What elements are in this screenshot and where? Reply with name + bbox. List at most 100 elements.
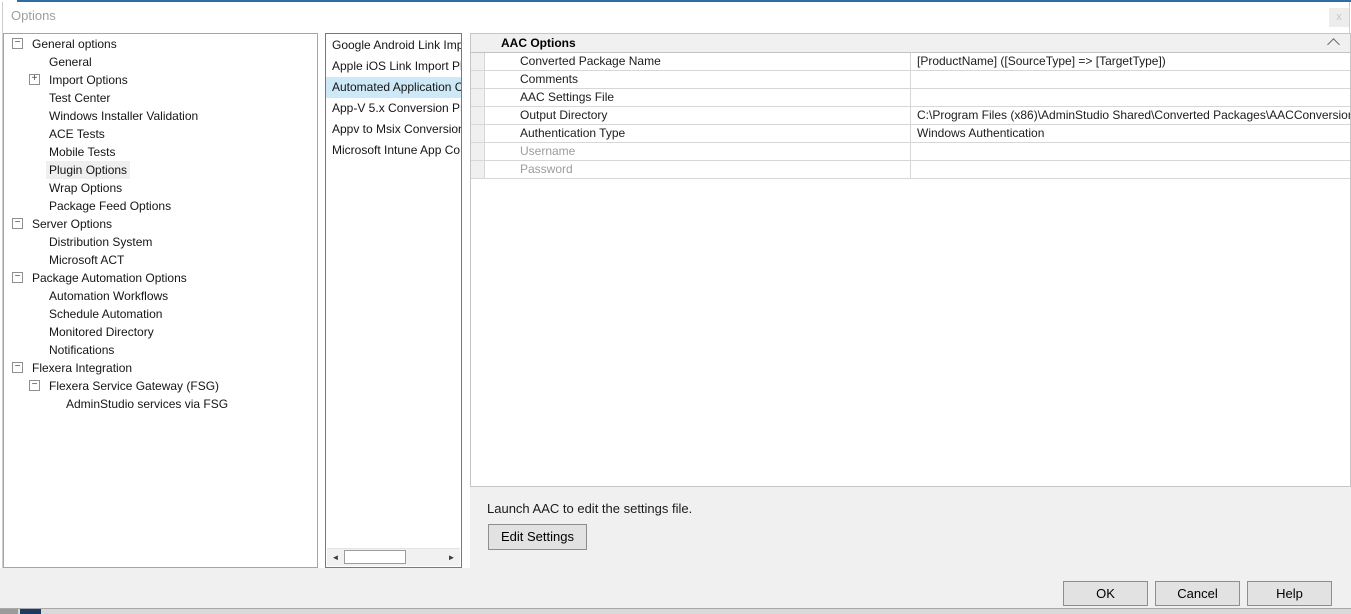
plugin-list-item[interactable]: Microsoft Intune App Co xyxy=(326,140,461,161)
tree-item[interactable]: ACE Tests xyxy=(4,125,317,143)
tree-item-label: Distribution System xyxy=(46,233,155,251)
tree-item-label: Schedule Automation xyxy=(46,305,165,323)
tree-item-label: Package Automation Options xyxy=(29,269,190,287)
property-label: Comments xyxy=(485,71,911,88)
tree-item[interactable]: −General options xyxy=(4,35,317,53)
property-row-gutter xyxy=(471,161,485,178)
minus-expander-icon[interactable]: − xyxy=(12,272,23,283)
tree-item[interactable]: −Flexera Integration xyxy=(4,359,317,377)
tree-item[interactable]: Monitored Directory xyxy=(4,323,317,341)
property-row[interactable]: Password xyxy=(471,161,1350,179)
tree-item[interactable]: + Import Options xyxy=(4,71,317,89)
plugin-list-item[interactable]: Appv to Msix Conversion xyxy=(326,119,461,140)
property-label: Password xyxy=(485,161,911,178)
minus-expander-icon[interactable]: − xyxy=(29,380,40,391)
property-value[interactable]: Windows Authentication xyxy=(911,125,1350,142)
window-top-accent xyxy=(17,0,1351,2)
options-tree: −General optionsGeneral+Import OptionsTe… xyxy=(3,33,318,568)
tree-item[interactable]: AdminStudio services via FSG xyxy=(4,395,317,413)
property-value[interactable] xyxy=(911,71,1350,88)
launch-aac-note: Launch AAC to edit the settings file. xyxy=(487,501,692,516)
property-value[interactable]: [ProductName] ([SourceType] => [TargetTy… xyxy=(911,53,1350,70)
ok-button[interactable]: OK xyxy=(1063,581,1148,606)
tree-item[interactable]: Windows Installer Validation xyxy=(4,107,317,125)
plugins-list: Google Android Link ImpApple iOS Link Im… xyxy=(326,35,461,161)
property-value[interactable] xyxy=(911,161,1350,178)
tree-item[interactable]: Mobile Tests xyxy=(4,143,317,161)
property-value[interactable] xyxy=(911,89,1350,106)
plugin-list-item[interactable]: Apple iOS Link Import Plu xyxy=(326,56,461,77)
cancel-button[interactable]: Cancel xyxy=(1155,581,1240,606)
tree-item-label: Import Options xyxy=(46,71,131,89)
aac-options-header-label: AAC Options xyxy=(501,36,576,50)
tree-item[interactable]: Notifications xyxy=(4,341,317,359)
desktop-strip-navy-block xyxy=(20,609,41,614)
minus-expander-icon[interactable]: − xyxy=(12,218,23,229)
property-row[interactable]: Output DirectoryC:\Program Files (x86)\A… xyxy=(471,107,1350,125)
tree-item-label: ACE Tests xyxy=(46,125,108,143)
dialog-footer-strip xyxy=(0,568,1351,608)
tree-item-label: Server Options xyxy=(29,215,115,233)
scroll-right-arrow-icon[interactable]: ► xyxy=(443,549,460,566)
property-value[interactable] xyxy=(911,143,1350,160)
help-button[interactable]: Help xyxy=(1247,581,1332,606)
tree-item-label: General options xyxy=(29,35,120,53)
property-row-gutter xyxy=(471,53,485,70)
property-row-gutter xyxy=(471,89,485,106)
tree-item-label: Automation Workflows xyxy=(46,287,171,305)
horizontal-scrollbar[interactable]: ◄ ► xyxy=(327,548,460,566)
tree-item[interactable]: −Flexera Service Gateway (FSG) xyxy=(4,377,317,395)
tree-item-label: Flexera Service Gateway (FSG) xyxy=(46,377,222,395)
tree-item[interactable]: Automation Workflows xyxy=(4,287,317,305)
edit-settings-button[interactable]: Edit Settings xyxy=(488,524,587,550)
tree-item-label: Windows Installer Validation xyxy=(46,107,201,125)
tree-item[interactable]: Wrap Options xyxy=(4,179,317,197)
minus-expander-icon[interactable]: − xyxy=(12,38,23,49)
collapse-chevron-icon[interactable] xyxy=(1327,38,1340,51)
desktop-strip xyxy=(0,609,1351,614)
plugin-list-item[interactable]: App-V 5.x Conversion Plu xyxy=(326,98,461,119)
tree-item[interactable]: Microsoft ACT xyxy=(4,251,317,269)
scroll-left-arrow-icon[interactable]: ◄ xyxy=(327,549,344,566)
scrollbar-thumb[interactable] xyxy=(344,550,406,564)
aac-options-header[interactable]: AAC Options xyxy=(471,34,1350,53)
plugin-list-item[interactable]: Automated Application C xyxy=(326,77,461,98)
close-icon[interactable]: x xyxy=(1329,8,1349,27)
desktop-strip-gray-block xyxy=(0,609,18,614)
tree-item[interactable]: Schedule Automation xyxy=(4,305,317,323)
tree-item[interactable]: −Package Automation Options xyxy=(4,269,317,287)
property-row[interactable]: AAC Settings File xyxy=(471,89,1350,107)
property-row-gutter xyxy=(471,143,485,160)
plugin-list-item[interactable]: Google Android Link Imp xyxy=(326,35,461,56)
tree-item[interactable]: Test Center xyxy=(4,89,317,107)
aac-grid-rows: Converted Package Name[ProductName] ([So… xyxy=(471,53,1350,179)
tree-item[interactable]: −Server Options xyxy=(4,215,317,233)
property-row-gutter xyxy=(471,125,485,142)
tree-item[interactable]: General xyxy=(4,53,317,71)
property-value[interactable]: C:\Program Files (x86)\AdminStudio Share… xyxy=(911,107,1350,124)
tree-item-label: Flexera Integration xyxy=(29,359,135,377)
tree-item-label: Package Feed Options xyxy=(46,197,174,215)
property-row[interactable]: Converted Package Name[ProductName] ([So… xyxy=(471,53,1350,71)
property-label: Converted Package Name xyxy=(485,53,911,70)
window-title: Options xyxy=(11,8,56,23)
tree-item[interactable]: Plugin Options xyxy=(4,161,317,179)
tree-item[interactable]: Package Feed Options xyxy=(4,197,317,215)
minus-expander-icon[interactable]: − xyxy=(12,362,23,373)
property-label: Output Directory xyxy=(485,107,911,124)
tree-item-label: Mobile Tests xyxy=(46,143,118,161)
property-row-gutter xyxy=(471,71,485,88)
plugin-list-panel: Google Android Link ImpApple iOS Link Im… xyxy=(325,33,462,568)
tree-item-label: Plugin Options xyxy=(46,161,130,179)
plus-expander-icon[interactable]: + xyxy=(29,74,40,85)
property-row[interactable]: Comments xyxy=(471,71,1350,89)
property-row-gutter xyxy=(471,107,485,124)
tree-item-label: Wrap Options xyxy=(46,179,125,197)
tree-item-label: AdminStudio services via FSG xyxy=(63,395,231,413)
tree-item-label: Monitored Directory xyxy=(46,323,157,341)
tree-item-label: Notifications xyxy=(46,341,117,359)
property-row[interactable]: Username xyxy=(471,143,1350,161)
tree-item[interactable]: Distribution System xyxy=(4,233,317,251)
property-label: AAC Settings File xyxy=(485,89,911,106)
property-row[interactable]: Authentication TypeWindows Authenticatio… xyxy=(471,125,1350,143)
